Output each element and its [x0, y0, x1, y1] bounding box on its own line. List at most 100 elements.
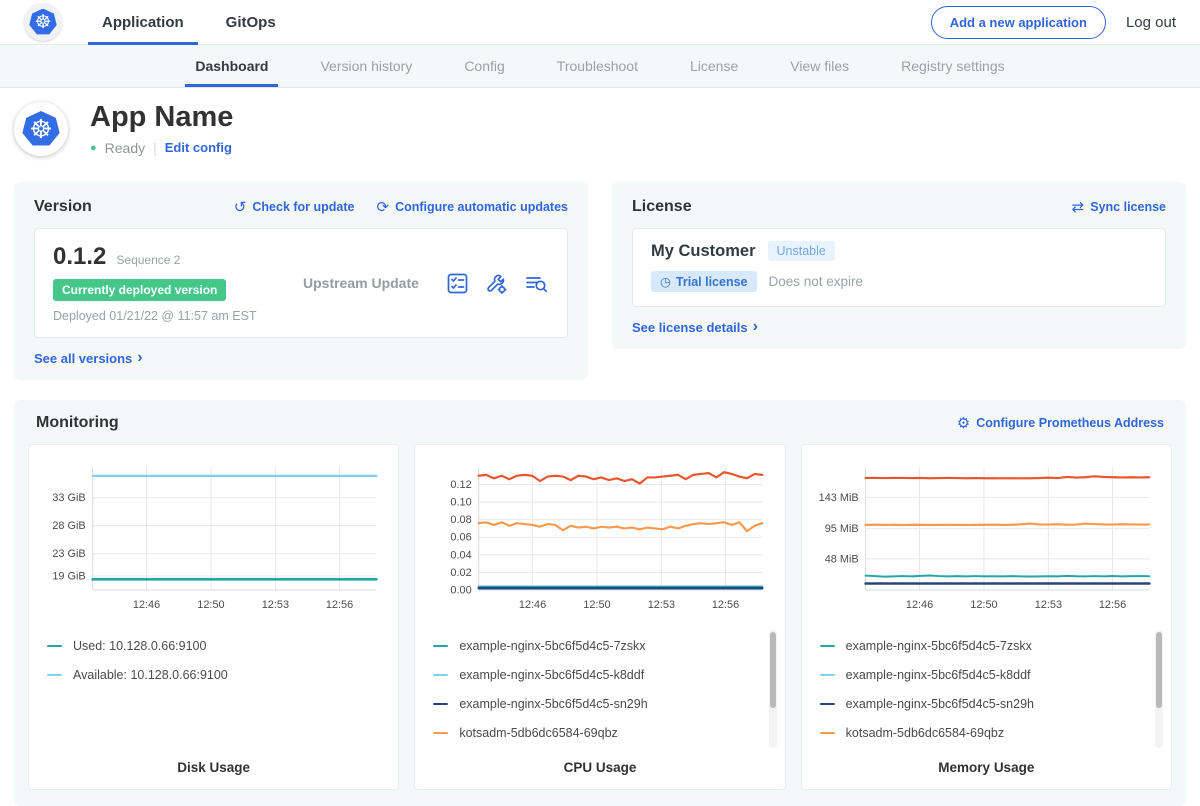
top-nav: ☸ Application GitOps Add a new applicati…	[0, 0, 1200, 45]
deploy-logs-icon[interactable]	[524, 272, 549, 295]
legend-swatch-icon	[820, 732, 835, 734]
check-for-update-link[interactable]: ↺ Check for update	[234, 198, 355, 216]
currently-deployed-badge: Currently deployed version	[53, 279, 226, 301]
tab-gitops[interactable]: GitOps	[212, 0, 290, 44]
legend-item: kotsadm-5db6dc6584-69qbz	[433, 719, 766, 748]
edit-config-link[interactable]: Edit config	[165, 140, 232, 155]
summary-cards-row: Version ↺ Check for update ⟳ Configure a…	[0, 172, 1200, 380]
trial-license-badge: ◷ Trial license	[651, 271, 757, 292]
status-divider: |	[153, 140, 157, 156]
svg-text:19 GiB: 19 GiB	[52, 570, 85, 582]
svg-text:12:46: 12:46	[906, 599, 933, 611]
license-card-title: License	[632, 198, 692, 216]
app-sub-nav: Dashboard Version history Config Trouble…	[0, 45, 1200, 88]
ready-status-dot-icon: ●	[90, 142, 97, 154]
see-all-versions-link[interactable]: See all versions ›	[34, 350, 143, 366]
legend-item: example-nginx-5bc6f5d4c5-sn29h	[820, 690, 1153, 719]
kubernetes-logo-icon: ☸	[29, 9, 57, 36]
legend-item: example-nginx-5bc6f5d4c5-sn29h	[433, 690, 766, 719]
sync-license-link[interactable]: ⇄ Sync license	[1072, 198, 1166, 216]
legend-swatch-icon	[820, 645, 835, 647]
app-header: ☸ App Name ● Ready | Edit config	[0, 88, 1200, 172]
see-license-details-label: See license details	[632, 320, 748, 335]
subnav-config[interactable]: Config	[442, 45, 526, 87]
svg-text:95 MiB: 95 MiB	[824, 523, 858, 535]
chart-card-memory: 48 MiB95 MiB143 MiB12:4612:5012:5312:56e…	[801, 444, 1172, 790]
legend-label: example-nginx-5bc6f5d4c5-7zskx	[459, 639, 645, 653]
add-new-application-button[interactable]: Add a new application	[931, 6, 1106, 39]
svg-text:23 GiB: 23 GiB	[52, 548, 85, 560]
svg-text:0.10: 0.10	[451, 497, 472, 509]
svg-text:0.00: 0.00	[451, 584, 472, 596]
page-title: App Name	[90, 102, 233, 134]
stopwatch-icon: ◷	[660, 274, 671, 289]
monitoring-section: Monitoring ⚙ Configure Prometheus Addres…	[14, 400, 1186, 806]
chart-legend-disk: Used: 10.128.0.66:9100 Available: 10.128.…	[43, 630, 384, 750]
brand-logo[interactable]: ☸	[24, 0, 62, 44]
legend-swatch-icon	[47, 674, 62, 676]
deployed-date: Deployed 01/21/22 @ 11:57 am EST	[53, 309, 303, 323]
svg-text:12:53: 12:53	[1034, 599, 1061, 611]
logout-button[interactable]: Log out	[1126, 14, 1176, 31]
subnav-view-files[interactable]: View files	[768, 45, 871, 87]
legend-label: Used: 10.128.0.66:9100	[73, 639, 206, 653]
version-card: Version ↺ Check for update ⟳ Configure a…	[14, 182, 588, 380]
chart-title-disk: Disk Usage	[43, 750, 384, 775]
legend-item: Available: 10.128.0.66:9100	[47, 661, 380, 690]
app-kubernetes-icon: ☸	[22, 111, 60, 147]
see-license-details-link[interactable]: See license details ›	[632, 319, 758, 335]
kubernetes-logo-badge: ☸	[24, 3, 62, 41]
sync-icon: ⇄	[1072, 198, 1085, 216]
configure-prometheus-link[interactable]: ⚙ Configure Prometheus Address	[957, 414, 1164, 432]
edit-config-wrench-icon[interactable]	[485, 272, 508, 295]
chevron-right-icon: ›	[137, 350, 142, 366]
subnav-troubleshoot[interactable]: Troubleshoot	[535, 45, 660, 87]
tab-application[interactable]: Application	[88, 0, 198, 44]
app-avatar: ☸	[14, 102, 68, 156]
legend-label: example-nginx-5bc6f5d4c5-sn29h	[846, 697, 1034, 711]
svg-text:0.08: 0.08	[451, 514, 472, 526]
legend-scrollbar-thumb[interactable]	[1156, 632, 1162, 708]
configure-automatic-updates-link[interactable]: ⟳ Configure automatic updates	[376, 198, 568, 216]
version-action-icons	[446, 272, 549, 295]
legend-label: example-nginx-5bc6f5d4c5-sn29h	[459, 697, 647, 711]
svg-text:48 MiB: 48 MiB	[824, 553, 858, 565]
legend-scrollbar[interactable]	[1155, 630, 1163, 748]
app-status-row: ● Ready | Edit config	[90, 140, 233, 156]
legend-label: example-nginx-5bc6f5d4c5-k8ddf	[846, 668, 1031, 682]
version-sequence: Sequence 2	[116, 253, 180, 267]
monitoring-title: Monitoring	[36, 414, 119, 432]
legend-scrollbar[interactable]	[769, 630, 777, 748]
legend-swatch-icon	[433, 674, 448, 676]
legend-item: example-nginx-5bc6f5d4c5-k8ddf	[820, 661, 1153, 690]
subnav-dashboard[interactable]: Dashboard	[173, 45, 290, 87]
svg-text:33 GiB: 33 GiB	[52, 492, 85, 504]
svg-text:12:50: 12:50	[197, 599, 224, 611]
chart-card-disk: 19 GiB23 GiB28 GiB33 GiB12:4612:5012:531…	[28, 444, 399, 790]
legend-item: example-nginx-5bc6f5d4c5-7zskx	[820, 632, 1153, 661]
preflight-checks-icon[interactable]	[446, 272, 469, 295]
legend-label: example-nginx-5bc6f5d4c5-k8ddf	[459, 668, 644, 682]
svg-text:12:46: 12:46	[519, 599, 546, 611]
configure-prometheus-label: Configure Prometheus Address	[976, 416, 1164, 430]
legend-scrollbar-thumb[interactable]	[770, 632, 776, 708]
legend-swatch-icon	[433, 732, 448, 734]
sync-license-label: Sync license	[1090, 200, 1166, 214]
subnav-license[interactable]: License	[668, 45, 760, 87]
app-status-text: Ready	[105, 140, 145, 156]
subnav-registry-settings[interactable]: Registry settings	[879, 45, 1026, 87]
legend-swatch-icon	[47, 645, 62, 647]
legend-item: Used: 10.128.0.66:9100	[47, 632, 380, 661]
chart-title-memory: Memory Usage	[816, 750, 1157, 775]
svg-text:0.12: 0.12	[451, 479, 472, 491]
chart-legend-cpu: example-nginx-5bc6f5d4c5-7zskx example-ng…	[429, 630, 770, 750]
svg-text:12:56: 12:56	[326, 599, 353, 611]
legend-label: Available: 10.128.0.66:9100	[73, 668, 228, 682]
svg-text:12:56: 12:56	[1099, 599, 1126, 611]
subnav-version-history[interactable]: Version history	[298, 45, 434, 87]
legend-item: kotsadm-5db6dc6584-69qbz	[820, 719, 1153, 748]
auto-update-icon: ⟳	[376, 198, 389, 216]
legend-label: kotsadm-5db6dc6584-69qbz	[459, 726, 617, 740]
topnav-right: Add a new application Log out	[931, 0, 1176, 44]
svg-text:12:50: 12:50	[970, 599, 997, 611]
